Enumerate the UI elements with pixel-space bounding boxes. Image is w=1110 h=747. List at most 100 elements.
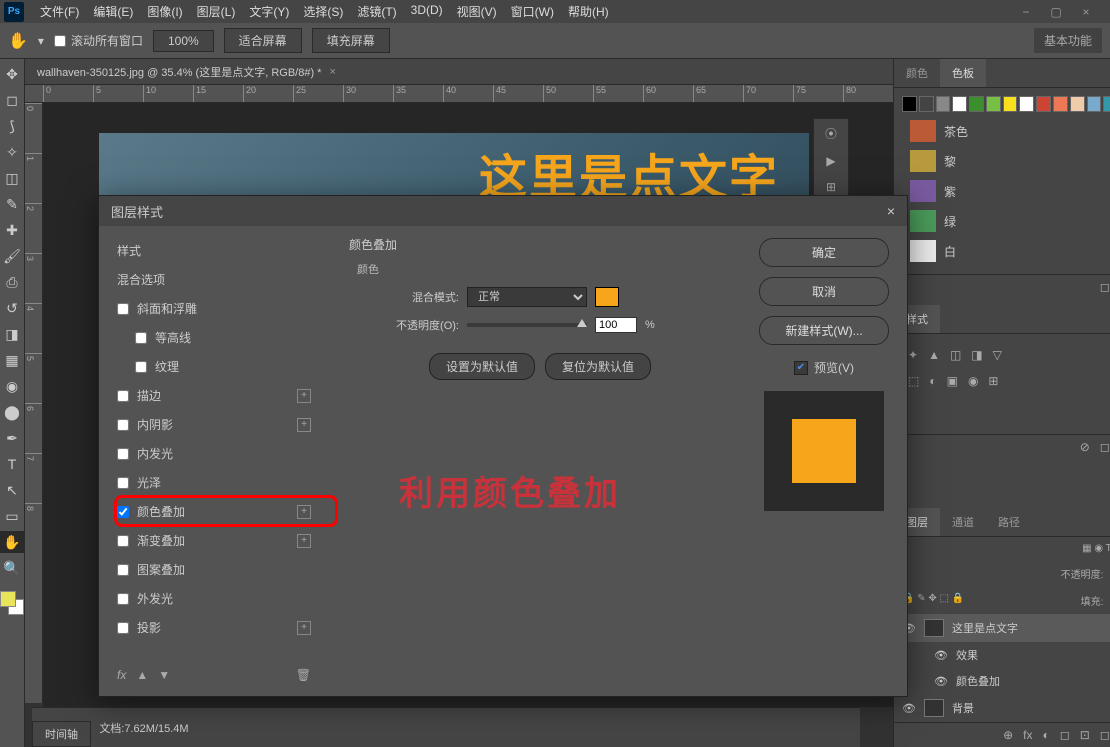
color-picker-swatch[interactable] <box>595 287 619 307</box>
swatch-item[interactable]: 茶色 <box>902 116 1110 146</box>
eyedropper-tool-icon[interactable]: ✎ <box>0 193 24 215</box>
shape-tool-icon[interactable]: ▭ <box>0 505 24 527</box>
palette-color[interactable] <box>919 96 934 112</box>
clear-style-icon[interactable]: ⊘ <box>1080 440 1090 454</box>
reset-default-button[interactable]: 复位为默认值 <box>545 353 651 380</box>
styles-header[interactable]: 样式 <box>111 236 317 265</box>
menu-item[interactable]: 视图(V) <box>451 1 503 22</box>
effect-checkbox[interactable] <box>117 477 129 489</box>
blend-mode-select[interactable]: 正常 <box>467 287 587 307</box>
swatch-item[interactable]: 绿 <box>902 206 1110 236</box>
cancel-button[interactable]: 取消 <box>759 277 889 306</box>
new-style-icon[interactable]: ◻ <box>1100 440 1110 454</box>
palette-color[interactable] <box>1036 96 1051 112</box>
lasso-tool-icon[interactable]: ⟆ <box>0 115 24 137</box>
minimize-button[interactable]: − <box>1016 5 1036 19</box>
effect-checkbox[interactable] <box>117 419 129 431</box>
add-effect-icon[interactable]: + <box>297 505 311 519</box>
collapsed-panel-dock[interactable]: ⦿▶⊞ <box>813 118 849 201</box>
add-effect-icon[interactable]: + <box>297 418 311 432</box>
menu-item[interactable]: 选择(S) <box>297 1 349 22</box>
dialog-close-icon[interactable]: × <box>887 203 895 219</box>
swatches-panel-tab[interactable]: 色板 <box>940 59 986 87</box>
color-swatches-icon[interactable] <box>0 591 24 615</box>
maximize-button[interactable]: ▢ <box>1046 5 1066 19</box>
menu-item[interactable]: 图层(L) <box>191 1 242 22</box>
effect-row[interactable]: 投影+ <box>111 613 317 642</box>
menu-item[interactable]: 文件(F) <box>34 1 85 22</box>
palette-color[interactable] <box>986 96 1001 112</box>
blend-options[interactable]: 混合选项 <box>111 265 317 294</box>
palette-color[interactable] <box>1103 96 1110 112</box>
palette-color[interactable] <box>1019 96 1034 112</box>
marquee-tool-icon[interactable]: ◻ <box>0 89 24 111</box>
add-effect-icon[interactable]: + <box>297 621 311 635</box>
color-panel-tab[interactable]: 颜色 <box>894 59 940 87</box>
effect-checkbox[interactable] <box>117 303 129 315</box>
set-default-button[interactable]: 设置为默认值 <box>429 353 535 380</box>
layer-row[interactable]: 👁这里是点文字fx ▾ <box>894 614 1110 642</box>
up-icon[interactable]: ▲ <box>136 668 148 682</box>
paths-tab[interactable]: 路径 <box>986 508 1032 536</box>
new-style-button[interactable]: 新建样式(W)... <box>759 316 889 345</box>
palette-color[interactable] <box>936 96 951 112</box>
down-icon[interactable]: ▼ <box>158 668 170 682</box>
workspace-switcher[interactable]: 基本功能 <box>1034 28 1102 53</box>
palette-color[interactable] <box>1003 96 1018 112</box>
wand-tool-icon[interactable]: ✧ <box>0 141 24 163</box>
effect-row[interactable]: 等高线 <box>111 323 317 352</box>
effect-checkbox[interactable] <box>117 506 129 518</box>
fill-screen-button[interactable]: 填充屏幕 <box>312 28 390 53</box>
gradient-tool-icon[interactable]: ▦ <box>0 349 24 371</box>
move-tool-icon[interactable]: ✥ <box>0 63 24 85</box>
effect-row[interactable]: 光泽 <box>111 468 317 497</box>
scroll-all-checkbox[interactable]: 滚动所有窗口 <box>54 32 143 49</box>
swatch-item[interactable]: 紫 <box>902 176 1110 206</box>
timeline-tab[interactable]: 时间轴 <box>32 721 91 747</box>
menu-item[interactable]: 图像(I) <box>141 1 188 22</box>
palette-color[interactable] <box>1053 96 1068 112</box>
effect-row[interactable]: 渐变叠加+ <box>111 526 317 555</box>
menu-item[interactable]: 滤镜(T) <box>351 1 402 22</box>
layer-row[interactable]: 👁颜色叠加 <box>894 668 1110 694</box>
close-tab-icon[interactable]: × <box>329 66 335 78</box>
effect-checkbox[interactable] <box>117 390 129 402</box>
history-brush-tool-icon[interactable]: ↺ <box>0 297 24 319</box>
preview-checkbox[interactable]: ✔ 预览(V) <box>794 359 854 376</box>
close-button[interactable]: × <box>1076 5 1096 19</box>
opacity-slider[interactable] <box>467 323 587 327</box>
effect-row[interactable]: 内发光 <box>111 439 317 468</box>
effect-row[interactable]: 内阴影+ <box>111 410 317 439</box>
menu-item[interactable]: 编辑(E) <box>87 1 139 22</box>
effect-checkbox[interactable] <box>117 448 129 460</box>
effect-row[interactable]: 斜面和浮雕 <box>111 294 317 323</box>
zoom-tool-icon[interactable]: 🔍 <box>0 557 24 579</box>
effect-row[interactable]: 描边+ <box>111 381 317 410</box>
stamp-tool-icon[interactable]: ⎙ <box>0 271 24 293</box>
effect-row[interactable]: 纹理 <box>111 352 317 381</box>
layer-row[interactable]: 👁背景🔒 <box>894 694 1110 722</box>
palette-color[interactable] <box>902 96 917 112</box>
layer-row[interactable]: 👁效果 <box>894 642 1110 668</box>
new-swatch-icon[interactable]: ◻ <box>1100 280 1110 294</box>
menu-item[interactable]: 文字(Y) <box>243 1 295 22</box>
visibility-icon[interactable]: 👁 <box>934 649 948 662</box>
add-effect-icon[interactable]: + <box>297 389 311 403</box>
effect-checkbox[interactable] <box>117 593 129 605</box>
effect-checkbox[interactable] <box>117 564 129 576</box>
dropdown-icon[interactable]: ▾ <box>38 34 44 48</box>
visibility-icon[interactable]: 👁 <box>934 675 948 688</box>
effect-row[interactable]: 图案叠加 <box>111 555 317 584</box>
effect-checkbox[interactable] <box>135 361 147 373</box>
effect-checkbox[interactable] <box>117 535 129 547</box>
palette-color[interactable] <box>969 96 984 112</box>
palette-color[interactable] <box>952 96 967 112</box>
palette-color[interactable] <box>1070 96 1085 112</box>
eraser-tool-icon[interactable]: ◨ <box>0 323 24 345</box>
brush-tool-icon[interactable]: 🖌 <box>0 245 24 267</box>
channels-tab[interactable]: 通道 <box>940 508 986 536</box>
zoom-value[interactable]: 100% <box>153 30 214 52</box>
effect-row[interactable]: 外发光 <box>111 584 317 613</box>
pen-tool-icon[interactable]: ✒ <box>0 427 24 449</box>
blur-tool-icon[interactable]: ◉ <box>0 375 24 397</box>
